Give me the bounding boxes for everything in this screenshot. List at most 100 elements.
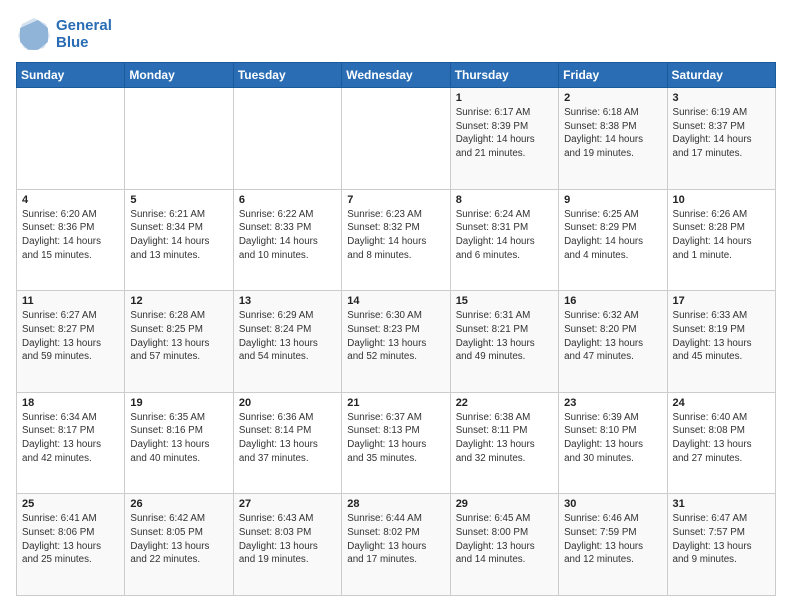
day-info: Sunrise: 6:44 AMSunset: 8:02 PMDaylight:…: [347, 512, 444, 567]
day-number: 2: [564, 92, 661, 104]
week-row-1: 4 Sunrise: 6:20 AMSunset: 8:36 PMDaylight…: [17, 189, 776, 291]
day-number: 1: [456, 92, 553, 104]
day-number: 23: [564, 397, 661, 409]
day-cell-23: 23 Sunrise: 6:39 AMSunset: 8:10 PMDayligh…: [559, 392, 667, 494]
day-number: 20: [239, 397, 336, 409]
day-cell-15: 15 Sunrise: 6:31 AMSunset: 8:21 PMDayligh…: [450, 291, 558, 393]
day-info: Sunrise: 6:40 AMSunset: 8:08 PMDaylight:…: [673, 411, 770, 466]
day-number: 21: [347, 397, 444, 409]
day-info: Sunrise: 6:33 AMSunset: 8:19 PMDaylight:…: [673, 309, 770, 364]
day-cell-19: 19 Sunrise: 6:35 AMSunset: 8:16 PMDayligh…: [125, 392, 233, 494]
day-info: Sunrise: 6:31 AMSunset: 8:21 PMDaylight:…: [456, 309, 553, 364]
day-info: Sunrise: 6:41 AMSunset: 8:06 PMDaylight:…: [22, 512, 119, 567]
day-number: 6: [239, 194, 336, 206]
day-number: 25: [22, 498, 119, 510]
logo-svg: [16, 16, 52, 52]
day-info: Sunrise: 6:42 AMSunset: 8:05 PMDaylight:…: [130, 512, 227, 567]
day-cell-7: 7 Sunrise: 6:23 AMSunset: 8:32 PMDaylight…: [342, 189, 450, 291]
day-info: Sunrise: 6:24 AMSunset: 8:31 PMDaylight:…: [456, 208, 553, 263]
day-cell-21: 21 Sunrise: 6:37 AMSunset: 8:13 PMDayligh…: [342, 392, 450, 494]
day-info: Sunrise: 6:37 AMSunset: 8:13 PMDaylight:…: [347, 411, 444, 466]
day-info: Sunrise: 6:27 AMSunset: 8:27 PMDaylight:…: [22, 309, 119, 364]
day-number: 12: [130, 295, 227, 307]
day-info: Sunrise: 6:35 AMSunset: 8:16 PMDaylight:…: [130, 411, 227, 466]
day-number: 3: [673, 92, 770, 104]
day-number: 17: [673, 295, 770, 307]
day-cell-1: 1 Sunrise: 6:17 AMSunset: 8:39 PMDaylight…: [450, 88, 558, 190]
day-cell-2: 2 Sunrise: 6:18 AMSunset: 8:38 PMDaylight…: [559, 88, 667, 190]
day-info: Sunrise: 6:32 AMSunset: 8:20 PMDaylight:…: [564, 309, 661, 364]
day-info: Sunrise: 6:20 AMSunset: 8:36 PMDaylight:…: [22, 208, 119, 263]
day-number: 28: [347, 498, 444, 510]
day-number: 5: [130, 194, 227, 206]
day-cell-28: 28 Sunrise: 6:44 AMSunset: 8:02 PMDayligh…: [342, 494, 450, 596]
day-cell-9: 9 Sunrise: 6:25 AMSunset: 8:29 PMDaylight…: [559, 189, 667, 291]
day-number: 30: [564, 498, 661, 510]
header: GeneralBlue: [16, 16, 776, 52]
day-info: Sunrise: 6:46 AMSunset: 7:59 PMDaylight:…: [564, 512, 661, 567]
week-row-3: 18Sunrise: 6:34 AMSunset: 8:17 PMDayligh…: [17, 392, 776, 494]
day-number: 8: [456, 194, 553, 206]
day-info: Sunrise: 6:30 AMSunset: 8:23 PMDaylight:…: [347, 309, 444, 364]
day-number: 24: [673, 397, 770, 409]
day-info: Sunrise: 6:39 AMSunset: 8:10 PMDaylight:…: [564, 411, 661, 466]
empty-cell: [342, 88, 450, 190]
day-number: 10: [673, 194, 770, 206]
day-number: 31: [673, 498, 770, 510]
day-cell-27: 27 Sunrise: 6:43 AMSunset: 8:03 PMDayligh…: [233, 494, 341, 596]
empty-cell: [17, 88, 125, 190]
day-number: 15: [456, 295, 553, 307]
day-cell-4: 4 Sunrise: 6:20 AMSunset: 8:36 PMDaylight…: [17, 189, 125, 291]
day-header-monday: Monday: [125, 63, 233, 88]
day-cell-25: 25 Sunrise: 6:41 AMSunset: 8:06 PMDayligh…: [17, 494, 125, 596]
empty-cell: [125, 88, 233, 190]
day-info: Sunrise: 6:21 AMSunset: 8:34 PMDaylight:…: [130, 208, 227, 263]
day-number: 9: [564, 194, 661, 206]
day-info: Sunrise: 6:28 AMSunset: 8:25 PMDaylight:…: [130, 309, 227, 364]
day-cell-13: 13Sunrise: 6:29 AMSunset: 8:24 PMDayligh…: [233, 291, 341, 393]
day-number: 29: [456, 498, 553, 510]
day-cell-3: 3 Sunrise: 6:19 AMSunset: 8:37 PMDaylight…: [667, 88, 775, 190]
day-cell-24: 24 Sunrise: 6:40 AMSunset: 8:08 PMDayligh…: [667, 392, 775, 494]
day-cell-8: 8 Sunrise: 6:24 AMSunset: 8:31 PMDaylight…: [450, 189, 558, 291]
week-row-0: 1 Sunrise: 6:17 AMSunset: 8:39 PMDaylight…: [17, 88, 776, 190]
day-cell-12: 12 Sunrise: 6:28 AMSunset: 8:25 PMDayligh…: [125, 291, 233, 393]
day-number: 18: [22, 397, 119, 409]
day-number: 11: [22, 295, 119, 307]
day-cell-20: 20Sunrise: 6:36 AMSunset: 8:14 PMDayligh…: [233, 392, 341, 494]
day-number: 4: [22, 194, 119, 206]
day-info: Sunrise: 6:17 AMSunset: 8:39 PMDaylight:…: [456, 106, 553, 161]
day-cell-31: 31 Sunrise: 6:47 AMSunset: 7:57 PMDayligh…: [667, 494, 775, 596]
day-cell-30: 30 Sunrise: 6:46 AMSunset: 7:59 PMDayligh…: [559, 494, 667, 596]
week-row-4: 25 Sunrise: 6:41 AMSunset: 8:06 PMDayligh…: [17, 494, 776, 596]
day-info: Sunrise: 6:22 AMSunset: 8:33 PMDaylight:…: [239, 208, 336, 263]
day-cell-26: 26 Sunrise: 6:42 AMSunset: 8:05 PMDayligh…: [125, 494, 233, 596]
day-info: Sunrise: 6:43 AMSunset: 8:03 PMDaylight:…: [239, 512, 336, 567]
day-header-tuesday: Tuesday: [233, 63, 341, 88]
day-cell-5: 5 Sunrise: 6:21 AMSunset: 8:34 PMDaylight…: [125, 189, 233, 291]
day-info: Sunrise: 6:19 AMSunset: 8:37 PMDaylight:…: [673, 106, 770, 161]
day-number: 19: [130, 397, 227, 409]
logo: GeneralBlue: [16, 16, 112, 52]
day-header-friday: Friday: [559, 63, 667, 88]
day-info: Sunrise: 6:38 AMSunset: 8:11 PMDaylight:…: [456, 411, 553, 466]
day-header-saturday: Saturday: [667, 63, 775, 88]
day-info: Sunrise: 6:23 AMSunset: 8:32 PMDaylight:…: [347, 208, 444, 263]
week-row-2: 11 Sunrise: 6:27 AMSunset: 8:27 PMDayligh…: [17, 291, 776, 393]
day-cell-29: 29 Sunrise: 6:45 AMSunset: 8:00 PMDayligh…: [450, 494, 558, 596]
day-number: 7: [347, 194, 444, 206]
day-number: 22: [456, 397, 553, 409]
day-info: Sunrise: 6:47 AMSunset: 7:57 PMDaylight:…: [673, 512, 770, 567]
day-cell-17: 17 Sunrise: 6:33 AMSunset: 8:19 PMDayligh…: [667, 291, 775, 393]
day-info: Sunrise: 6:45 AMSunset: 8:00 PMDaylight:…: [456, 512, 553, 567]
day-number: 26: [130, 498, 227, 510]
day-info: Sunrise: 6:18 AMSunset: 8:38 PMDaylight:…: [564, 106, 661, 161]
day-cell-22: 22 Sunrise: 6:38 AMSunset: 8:11 PMDayligh…: [450, 392, 558, 494]
day-header-sunday: Sunday: [17, 63, 125, 88]
day-number: 27: [239, 498, 336, 510]
day-info: Sunrise: 6:29 AMSunset: 8:24 PMDaylight:…: [239, 309, 336, 364]
day-info: Sunrise: 6:25 AMSunset: 8:29 PMDaylight:…: [564, 208, 661, 263]
day-header-thursday: Thursday: [450, 63, 558, 88]
day-info: Sunrise: 6:26 AMSunset: 8:28 PMDaylight:…: [673, 208, 770, 263]
page: GeneralBlue SundayMondayTuesdayWednesday…: [0, 0, 792, 612]
